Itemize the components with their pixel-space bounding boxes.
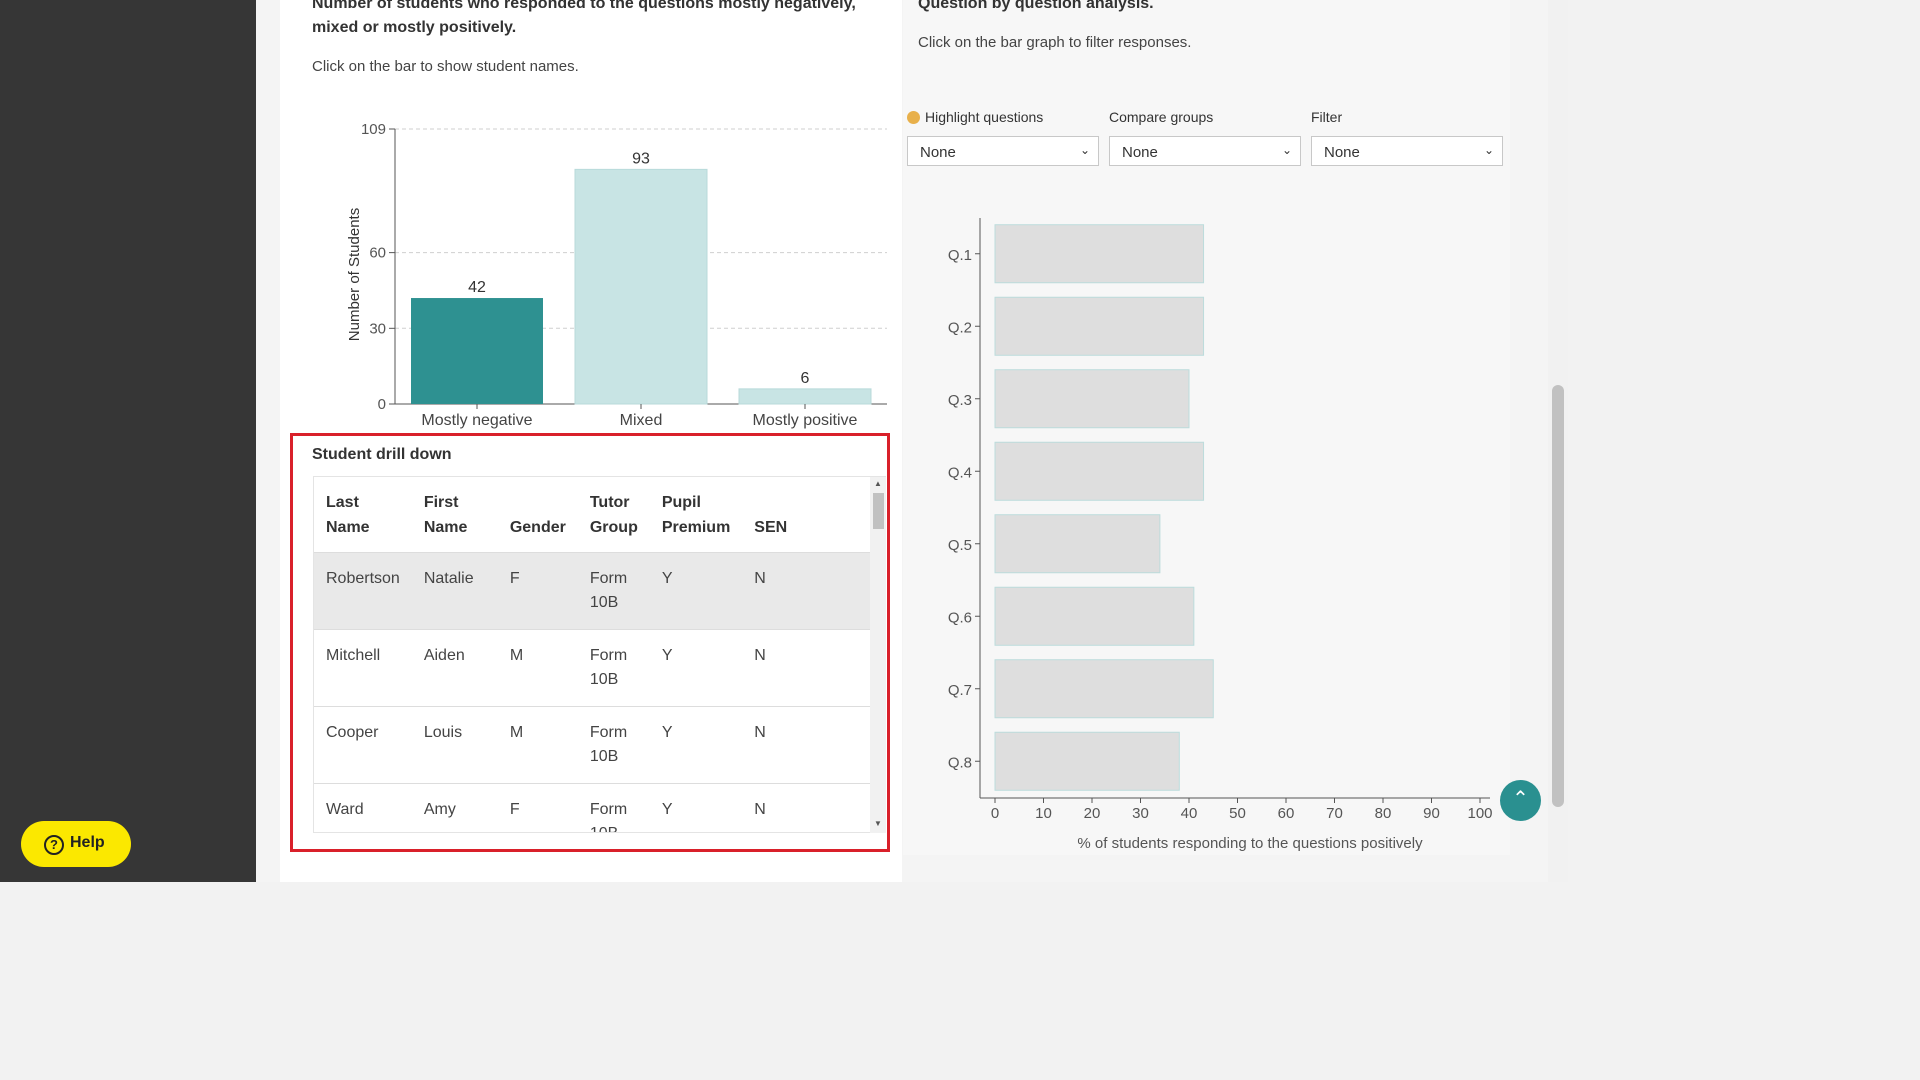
- y-tick-label: 60: [369, 245, 386, 262]
- data-label: 6: [801, 370, 810, 387]
- drilldown-table-container: Last Name First Name Gender Tutor Group …: [313, 476, 886, 833]
- y-tick-label: 0: [378, 396, 386, 413]
- cell-gender: F: [497, 783, 578, 832]
- col-tutor-group[interactable]: Tutor Group: [577, 477, 650, 553]
- x-tick-label: Mostly positive: [753, 412, 858, 429]
- cell-gender: M: [497, 629, 578, 707]
- y-tick-label: 109: [361, 121, 386, 138]
- cell-last-name: Mitchell: [314, 629, 412, 707]
- cell-first-name: Amy: [411, 783, 498, 832]
- cell-tutor-group: Form 10B: [577, 706, 650, 784]
- table-scrollbar-thumb[interactable]: [873, 493, 884, 529]
- student-table: Last Name First Name Gender Tutor Group …: [314, 477, 870, 832]
- bar[interactable]: [411, 298, 543, 404]
- help-button[interactable]: ? Help: [21, 821, 131, 867]
- cell-sen: N: [742, 629, 870, 707]
- table-scrollbar[interactable]: ▲ ▼: [870, 477, 886, 833]
- cell-sen: N: [742, 706, 870, 784]
- table-row[interactable]: Mitchell Aiden M Form 10B Y N: [314, 629, 870, 707]
- x-tick-label: Mixed: [620, 412, 663, 429]
- cell-first-name: Louis: [411, 706, 498, 784]
- x-tick-label: Mostly negative: [421, 412, 532, 429]
- cell-last-name: Ward: [314, 783, 412, 832]
- table-row[interactable]: Ward Amy F Form 10B Y N: [314, 783, 870, 832]
- cell-first-name: Aiden: [411, 629, 498, 707]
- cell-gender: M: [497, 706, 578, 784]
- cell-tutor-group: Form 10B: [577, 783, 650, 832]
- back-to-top-button[interactable]: ⌃: [1500, 780, 1541, 821]
- cell-sen: N: [742, 552, 870, 630]
- col-pupil-premium[interactable]: Pupil Premium: [649, 477, 743, 553]
- bar[interactable]: [574, 168, 708, 405]
- cell-sen: N: [742, 783, 870, 832]
- drilldown-title: Student drill down: [312, 446, 452, 463]
- col-sen[interactable]: SEN: [742, 477, 870, 553]
- data-label: 93: [632, 150, 650, 167]
- y-axis-label: Number of Students: [346, 208, 363, 341]
- cell-gender: F: [497, 552, 578, 630]
- cell-pupil-premium: Y: [649, 552, 743, 630]
- table-row[interactable]: Robertson Natalie F Form 10B Y N: [314, 552, 870, 630]
- table-row[interactable]: Cooper Louis M Form 10B Y N: [314, 706, 870, 784]
- table-header-row: Last Name First Name Gender Tutor Group …: [314, 477, 870, 553]
- question-icon: ?: [44, 835, 64, 855]
- cell-first-name: Natalie: [411, 552, 498, 630]
- cell-last-name: Robertson: [314, 552, 412, 630]
- scroll-down-icon[interactable]: ▼: [874, 819, 882, 828]
- scroll-up-icon[interactable]: ▲: [874, 479, 882, 488]
- cell-tutor-group: Form 10B: [577, 552, 650, 630]
- cell-pupil-premium: Y: [649, 783, 743, 832]
- bar[interactable]: [738, 388, 872, 405]
- data-label: 42: [468, 279, 486, 296]
- cell-tutor-group: Form 10B: [577, 629, 650, 707]
- col-first-name[interactable]: First Name: [411, 477, 498, 553]
- cell-pupil-premium: Y: [649, 706, 743, 784]
- col-gender[interactable]: Gender: [497, 477, 578, 553]
- cell-pupil-premium: Y: [649, 629, 743, 707]
- chevron-up-icon: ⌃: [1512, 788, 1529, 810]
- col-last-name[interactable]: Last Name: [314, 477, 412, 553]
- y-tick-label: 30: [369, 320, 386, 337]
- cell-last-name: Cooper: [314, 706, 412, 784]
